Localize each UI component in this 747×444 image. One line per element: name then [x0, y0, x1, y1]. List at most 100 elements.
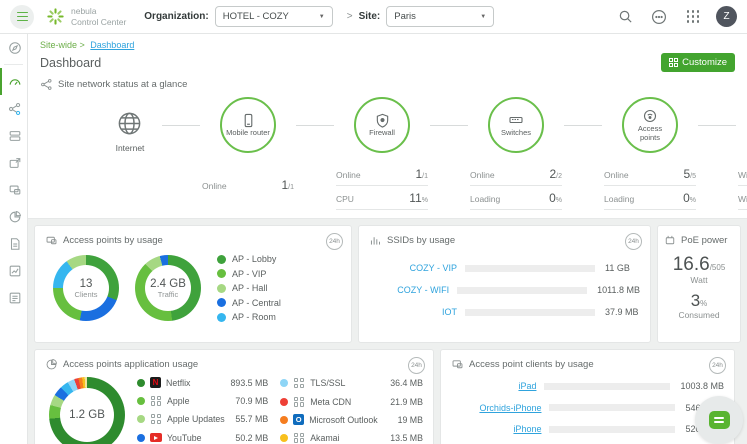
ssid-value: 11 GB	[605, 263, 630, 273]
application-legend-col-1: N Netflix893.5 MB Apple70.9 MB Apple Upd…	[137, 377, 268, 444]
access-points-stats: Online5/5 Loading0%	[604, 162, 696, 210]
firewall-shield-icon	[375, 113, 390, 128]
widgets-icon	[669, 58, 678, 67]
organization-value: HOTEL - COZY	[223, 11, 289, 22]
brand-text: nebula Control Center	[71, 6, 126, 26]
legend-item: AP - VIP	[217, 269, 281, 279]
legend-item: AP - Room	[217, 312, 281, 322]
internet-globe-icon	[116, 110, 143, 137]
switches-stats: Online2/2 Loading0%	[470, 162, 562, 210]
poe-plug-icon	[664, 234, 676, 246]
app-row: YouTube50.2 MB	[137, 432, 268, 444]
list-icon	[8, 291, 22, 305]
breadcrumb-site-wide[interactable]: Site-wide >	[40, 40, 85, 50]
sidebar-item-clients[interactable]	[0, 176, 27, 203]
app-row: Apple70.9 MB	[137, 395, 268, 407]
poe-watt-value: 16.6	[673, 254, 710, 275]
access-points-circle[interactable]: Access points	[622, 97, 678, 153]
sidebar-item-summary[interactable]	[0, 203, 27, 230]
switch-icon	[508, 112, 524, 128]
topology-small-icon	[40, 78, 53, 91]
time-range-badge[interactable]: 24h	[326, 233, 343, 250]
nebula-logo: nebula Control Center	[46, 6, 126, 26]
client-link[interactable]: iPad	[451, 381, 536, 391]
sidebar-item-site-navigation[interactable]	[0, 34, 27, 61]
ssid-link[interactable]: COZY - WIFI	[369, 285, 449, 295]
site-label: Site:	[359, 11, 381, 22]
flow-connector	[296, 125, 334, 126]
ssid-value: 37.9 MB	[605, 307, 639, 317]
sidebar-item-topology[interactable]	[0, 95, 27, 122]
user-avatar[interactable]: Z	[716, 6, 737, 27]
client-value: 1003.8 MB	[680, 381, 724, 391]
menu-toggle-button[interactable]	[10, 5, 34, 29]
legend-item: AP - Lobby	[217, 254, 281, 264]
pie-chart-small-icon	[45, 358, 58, 371]
apps-menu-button[interactable]	[680, 4, 706, 30]
mobile-router-stats: Online1/1	[202, 173, 294, 196]
sidebar-item-analytics[interactable]	[0, 257, 27, 284]
switches-circle[interactable]: Switches	[488, 97, 544, 153]
cards-row-1: Access points by usage 24h 13 Clients 2.…	[28, 219, 747, 343]
generic-app-icon	[293, 432, 305, 444]
poe-consumed-label: Consumed	[664, 310, 734, 320]
page-title: Dashboard	[40, 56, 101, 70]
mobile-router-circle[interactable]: Mobile router	[220, 97, 276, 153]
organization-select[interactable]: HOTEL - COZY ▼	[215, 6, 333, 27]
client-link[interactable]: Orchids-iPhone	[451, 403, 541, 413]
app-row: TLS/SSL36.4 MB	[280, 377, 423, 389]
client-row: iPhone 520.4 MB	[451, 424, 724, 434]
card-title: SSIDs by usage	[387, 235, 455, 246]
dashboard-gauge-icon	[8, 75, 22, 89]
generic-app-icon	[293, 377, 305, 389]
network-status-flow: Internet Mobile router Online1/1	[40, 97, 735, 210]
line-chart-icon	[8, 264, 22, 278]
sidebar-item-devices[interactable]	[0, 122, 27, 149]
ssid-link[interactable]: IOT	[369, 307, 457, 317]
poe-stats: 16.6/505 Watt 3% Consumed	[664, 254, 734, 320]
poe-power-card: PoE power 16.6/505 Watt 3% Consumed	[657, 225, 741, 343]
chat-support-button[interactable]	[695, 396, 743, 444]
client-link[interactable]: iPhone	[451, 424, 541, 434]
search-button[interactable]	[612, 4, 638, 30]
clients-monitor-icon	[8, 183, 22, 197]
breadcrumb-dashboard-link[interactable]: Dashboard	[90, 40, 134, 50]
application-usage-card: Access points application usage 24h 1.2 …	[34, 349, 434, 444]
more-options-button[interactable]	[646, 4, 672, 30]
bar-track	[465, 265, 595, 272]
time-range-badge[interactable]: 24h	[408, 357, 425, 374]
brand-line-1: nebula	[71, 6, 126, 16]
apps-grid-icon	[687, 10, 700, 23]
ssid-link[interactable]: COZY - VIP	[369, 263, 457, 273]
clients-stats: Wireless8 Wired25	[738, 162, 747, 210]
firewall-circle[interactable]: Firewall	[354, 97, 410, 153]
card-title: Access points application usage	[63, 359, 198, 370]
site-value: Paris	[394, 11, 416, 22]
access-point-small-icon	[45, 234, 58, 247]
org-site-chevron-icon: >	[347, 11, 353, 22]
sidebar-item-logs[interactable]	[0, 284, 27, 311]
time-range-badge[interactable]: 24h	[625, 233, 642, 250]
brand-line-2: Control Center	[71, 17, 126, 27]
donut-value: 2.4 GB	[150, 278, 186, 290]
bar-track	[544, 383, 670, 390]
donut-label: Traffic	[158, 290, 178, 299]
donut-value: 1.2 GB	[69, 409, 105, 421]
nebula-starburst-icon	[46, 7, 65, 26]
status-node-mobile-router: Mobile router Online1/1	[200, 97, 296, 196]
legend-item: AP - Central	[217, 298, 281, 308]
sidebar-item-reports[interactable]	[0, 230, 27, 257]
topology-icon	[8, 102, 22, 116]
top-bar: nebula Control Center Organization: HOTE…	[0, 0, 747, 34]
sidebar-item-map[interactable]	[0, 149, 27, 176]
generic-app-icon	[150, 413, 162, 425]
customize-button[interactable]: Customize	[661, 53, 735, 72]
client-bars: iPad 1003.8 MB Orchids-iPhone 546.2 MB i…	[451, 381, 724, 444]
time-range-badge[interactable]: 24h	[709, 357, 726, 374]
site-group: Site: Paris ▼	[359, 6, 495, 27]
ellipsis-circle-icon	[651, 9, 667, 25]
firewall-stats: Online1/1 CPU11%	[336, 162, 428, 210]
client-row: Orchids-iPhone 546.2 MB	[451, 403, 724, 413]
sidebar-item-dashboard[interactable]	[0, 68, 27, 95]
site-select[interactable]: Paris ▼	[386, 6, 494, 27]
